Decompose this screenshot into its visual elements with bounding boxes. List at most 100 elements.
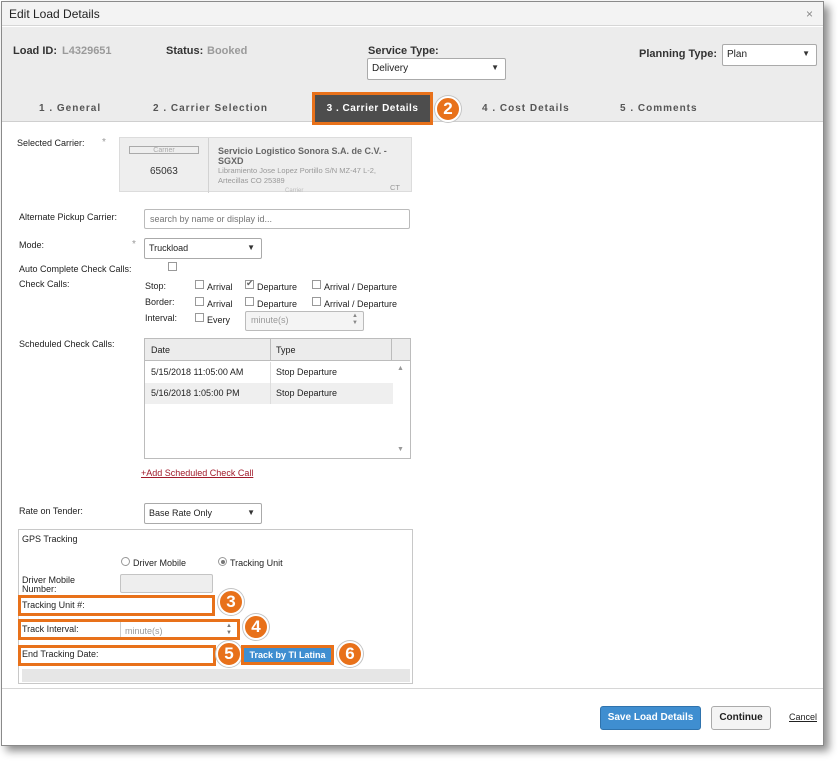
gps-panel-footer-bar <box>22 669 410 682</box>
tab-carrier-details[interactable]: 3 . Carrier Details <box>312 92 433 125</box>
mode-label: Mode: <box>19 240 45 250</box>
interval-minutes-stepper[interactable]: minute(s) ▲ ▼ <box>245 311 364 331</box>
continue-button[interactable]: Continue <box>711 706 771 730</box>
scheduled-check-calls-table: Date Type 5/15/2018 11:05:00 AM Stop Dep… <box>144 338 411 459</box>
row-date: 5/15/2018 11:05:00 AM <box>151 367 244 377</box>
close-icon[interactable]: × <box>806 7 813 21</box>
rate-on-tender-select[interactable]: Base Rate Only ▼ <box>144 503 262 524</box>
stop-departure-label: Departure <box>257 282 298 292</box>
status-label: Status: <box>166 45 204 57</box>
driver-mobile-radio[interactable] <box>121 557 130 566</box>
tab-general[interactable]: 1 . General <box>39 103 101 114</box>
row-type: Stop Departure <box>276 388 338 398</box>
chevron-down-icon: ▼ <box>491 63 499 72</box>
selected-carrier-label: Selected Carrier: <box>17 138 85 148</box>
carrier-tag: Carrier <box>129 146 199 154</box>
scroll-up-icon[interactable]: ▲ <box>397 365 404 372</box>
required-marker: * <box>132 239 136 250</box>
scheduled-check-calls-label: Scheduled Check Calls: <box>19 339 115 349</box>
service-type-select[interactable]: Delivery ▼ <box>367 58 506 80</box>
cell-divider <box>270 362 271 383</box>
edit-load-dialog: Edit Load Details × Load ID: L4329651 St… <box>1 1 824 746</box>
load-id-value: L4329651 <box>62 45 112 57</box>
border-arrival-checkbox[interactable] <box>195 297 204 306</box>
service-type-label: Service Type: <box>368 45 439 57</box>
chevron-down-icon: ▼ <box>802 49 810 58</box>
carrier-footer-tag: Carrier <box>285 188 304 194</box>
table-scrollbar[interactable]: ▲ ▼ <box>393 362 410 458</box>
status-value: Booked <box>207 45 248 57</box>
mode-select[interactable]: Truckload ▼ <box>144 238 262 259</box>
tracking-unit-radio-label: Tracking Unit <box>230 558 283 568</box>
interval-label: Interval: <box>145 313 178 323</box>
callout-badge-4: 4 <box>243 614 269 640</box>
track-by-ti-latina-button[interactable]: Track by TI Latina <box>241 645 334 665</box>
row-date: 5/16/2018 1:05:00 PM <box>151 388 240 398</box>
rate-on-tender-value: Base Rate Only <box>149 508 213 518</box>
stop-arrival-checkbox[interactable] <box>195 280 204 289</box>
planning-type-value: Plan <box>727 49 748 60</box>
spinner-arrows-icon[interactable]: ▲ ▼ <box>352 313 358 327</box>
border-arrival-label: Arrival <box>207 299 233 309</box>
table-row[interactable]: 5/15/2018 11:05:00 AM Stop Departure <box>145 362 393 383</box>
driver-mobile-label: Driver Mobile <box>133 558 187 568</box>
column-header-type[interactable]: Type <box>276 345 296 355</box>
gps-tracking-title: GPS Tracking <box>22 534 78 544</box>
callout-badge-5: 5 <box>216 641 242 667</box>
stop-arrival-label: Arrival <box>207 282 233 292</box>
alt-pickup-label: Alternate Pickup Carrier: <box>19 212 118 222</box>
footer-divider <box>2 688 823 689</box>
carrier-country: CT <box>390 183 400 192</box>
column-divider <box>391 339 392 361</box>
border-departure-checkbox[interactable] <box>245 297 254 306</box>
add-scheduled-check-call-link[interactable]: +Add Scheduled Check Call <box>141 468 253 478</box>
wizard-tabs: 1 . General 2 . Carrier Selection 3 . Ca… <box>2 92 823 125</box>
border-arrival-departure-checkbox[interactable] <box>312 297 321 306</box>
callout-badge-3: 3 <box>218 589 244 615</box>
stop-arrival-departure-checkbox[interactable] <box>312 280 321 289</box>
dialog-titlebar: Edit Load Details × <box>2 2 823 26</box>
required-marker: * <box>102 137 106 148</box>
planning-type-select[interactable]: Plan ▼ <box>722 44 817 66</box>
column-header-date[interactable]: Date <box>151 345 170 355</box>
scroll-down-icon[interactable]: ▼ <box>397 446 404 453</box>
stop-departure-checkbox[interactable] <box>245 278 254 289</box>
load-id-label: Load ID: <box>13 45 57 57</box>
callout-badge-2: 2 <box>435 96 461 122</box>
interval-every-checkbox[interactable] <box>195 313 204 322</box>
carrier-address-line1: Libramiento Jose Lopez Portillo S/N MZ-4… <box>218 166 376 175</box>
load-header: Load ID: L4329651 Status: Booked Service… <box>2 27 823 95</box>
cancel-link[interactable]: Cancel <box>789 712 817 722</box>
tab-comments[interactable]: 5 . Comments <box>620 103 698 114</box>
planning-type-label: Planning Type: <box>639 48 718 60</box>
carrier-name: Servicio Logistico Sonora S.A. de C.V. -… <box>218 146 387 166</box>
chevron-down-icon: ▼ <box>247 508 255 517</box>
interval-minutes-placeholder: minute(s) <box>251 315 289 325</box>
column-divider <box>270 339 271 361</box>
mode-value: Truckload <box>149 243 189 253</box>
dialog-title: Edit Load Details <box>9 7 100 21</box>
carrier-divider <box>208 138 209 193</box>
driver-mobile-number-label: Driver Mobile Number: <box>22 575 76 594</box>
stop-label: Stop: <box>145 281 167 291</box>
carrier-card[interactable]: Carrier 65063 Servicio Logistico Sonora … <box>119 137 412 194</box>
table-header: Date Type <box>145 339 410 361</box>
border-departure-label: Departure <box>257 299 298 309</box>
tracking-unit-radio[interactable] <box>218 557 227 566</box>
check-calls-label: Check Calls: <box>19 279 70 289</box>
stop-arrival-departure-label: Arrival / Departure <box>324 282 398 292</box>
save-load-details-button[interactable]: Save Load Details <box>600 706 701 730</box>
border-label: Border: <box>145 297 175 307</box>
tab-cost-details[interactable]: 4 . Cost Details <box>482 103 570 114</box>
tab-carrier-selection[interactable]: 2 . Carrier Selection <box>153 103 268 114</box>
auto-complete-label: Auto Complete Check Calls: <box>19 264 132 274</box>
driver-mobile-number-input[interactable] <box>120 574 213 593</box>
alt-pickup-search-input[interactable] <box>144 209 410 229</box>
callout-badge-6: 6 <box>337 641 363 667</box>
interval-every-label: Every <box>207 315 231 325</box>
cell-divider <box>270 383 271 404</box>
table-row[interactable]: 5/16/2018 1:05:00 PM Stop Departure <box>145 383 393 404</box>
auto-complete-checkbox[interactable] <box>168 262 177 271</box>
tracking-unit-highlight <box>18 595 215 616</box>
rate-on-tender-label: Rate on Tender: <box>19 506 83 516</box>
